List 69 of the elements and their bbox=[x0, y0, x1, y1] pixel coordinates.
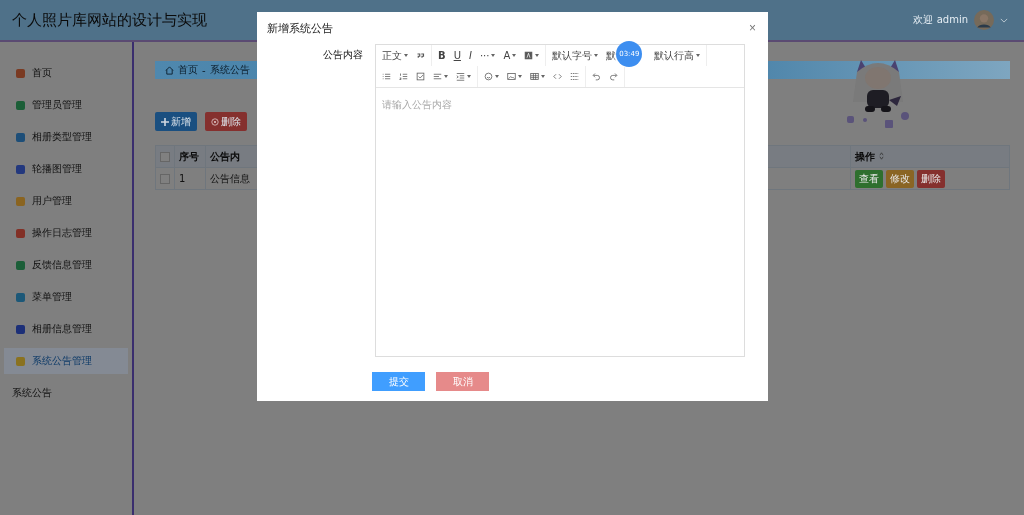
breadcrumb-text[interactable]: 首页 bbox=[178, 63, 198, 77]
checkbox-icon bbox=[416, 72, 425, 81]
plus-icon bbox=[161, 117, 169, 126]
table-icon bbox=[530, 72, 539, 81]
avatar-icon[interactable] bbox=[974, 10, 994, 30]
action-button[interactable]: 删除 bbox=[205, 112, 247, 131]
breadcrumb-text: 系统公告 bbox=[209, 63, 250, 77]
menu-label: 管理员管理 bbox=[32, 98, 82, 112]
breadcrumb-text: - bbox=[202, 64, 206, 76]
dialog-button[interactable]: 提交 bbox=[372, 372, 425, 391]
undo-icon bbox=[592, 72, 601, 81]
dialog-button[interactable]: 取消 bbox=[436, 372, 489, 391]
redo-icon bbox=[609, 72, 618, 81]
column-header[interactable]: 操作 bbox=[855, 150, 875, 162]
toolbar-button[interactable]: 默认字号 bbox=[548, 45, 603, 66]
field-label: 公告内容 bbox=[322, 48, 363, 62]
sidebar-item[interactable]: 反馈信息管理 bbox=[4, 252, 128, 278]
toolbar-button[interactable]: 正文 bbox=[378, 45, 412, 66]
table-cell: 1 bbox=[174, 167, 206, 190]
sort-icon[interactable] bbox=[879, 151, 884, 160]
menu-label: 首页 bbox=[32, 66, 52, 80]
row-action-button[interactable]: 修改 bbox=[886, 169, 914, 188]
sidebar-item[interactable]: 操作日志管理 bbox=[4, 220, 128, 246]
menu-label: 相册信息管理 bbox=[32, 322, 92, 336]
image-icon bbox=[507, 72, 516, 81]
menu-label: 系统公告管理 bbox=[32, 354, 92, 368]
toolbar-button[interactable]: U bbox=[449, 45, 465, 66]
checkbox[interactable] bbox=[160, 152, 170, 162]
welcome-text: 欢迎 admin bbox=[913, 13, 968, 27]
sidebar-item[interactable]: 用户管理 bbox=[4, 188, 128, 214]
dialog-title: 新增系统公告 bbox=[267, 20, 333, 36]
toolbar-button[interactable]: B bbox=[434, 45, 450, 66]
toolbar-button[interactable]: I bbox=[464, 45, 476, 66]
close-button[interactable]: × bbox=[749, 21, 756, 35]
sidebar-item[interactable]: 系统公告 bbox=[0, 380, 128, 406]
code-icon bbox=[553, 72, 562, 81]
close-circle-icon bbox=[211, 117, 219, 126]
sidebar-item[interactable]: 首页 bbox=[4, 60, 128, 86]
sidebar-item[interactable]: 相册类型管理 bbox=[4, 124, 128, 150]
sidebar-item[interactable]: 轮播图管理 bbox=[4, 156, 128, 182]
sidebar-item[interactable]: 管理员管理 bbox=[4, 92, 128, 118]
menu-label: 相册类型管理 bbox=[32, 130, 92, 144]
numbered-list-icon bbox=[399, 72, 408, 81]
row-action-button[interactable]: 删除 bbox=[917, 169, 945, 188]
toolbar-button[interactable]: 默认行高 bbox=[650, 45, 705, 66]
action-button[interactable]: 新增 bbox=[155, 112, 197, 131]
column-header: 序号 bbox=[174, 145, 206, 168]
sidebar-item[interactable]: 系统公告管理 bbox=[4, 348, 128, 374]
menu-label: 用户管理 bbox=[32, 194, 72, 208]
row-action-button[interactable]: 查看 bbox=[855, 169, 883, 188]
menu-label: 操作日志管理 bbox=[32, 226, 92, 240]
site-title: 个人照片库网站的设计与实现 bbox=[12, 10, 207, 30]
home-icon bbox=[165, 65, 174, 75]
sidebar-item[interactable]: 菜单管理 bbox=[4, 284, 128, 310]
toolbar-button[interactable]: ··· bbox=[475, 45, 500, 66]
toolbar-button[interactable]: A bbox=[499, 45, 521, 66]
letter-box-icon bbox=[524, 51, 534, 60]
indent-icon bbox=[456, 72, 465, 81]
menu-label: 轮播图管理 bbox=[32, 162, 82, 176]
divider-icon bbox=[570, 72, 579, 81]
bullet-list-icon bbox=[382, 72, 391, 81]
smiley-icon bbox=[484, 72, 493, 81]
sidebar-item[interactable]: 相册信息管理 bbox=[4, 316, 128, 342]
chevron-down-icon[interactable] bbox=[1000, 17, 1008, 23]
menu-label: 反馈信息管理 bbox=[32, 258, 92, 272]
align-icon bbox=[433, 72, 442, 81]
menu-label: 菜单管理 bbox=[32, 290, 72, 304]
checkbox[interactable] bbox=[160, 174, 170, 184]
quote-icon bbox=[416, 51, 425, 60]
